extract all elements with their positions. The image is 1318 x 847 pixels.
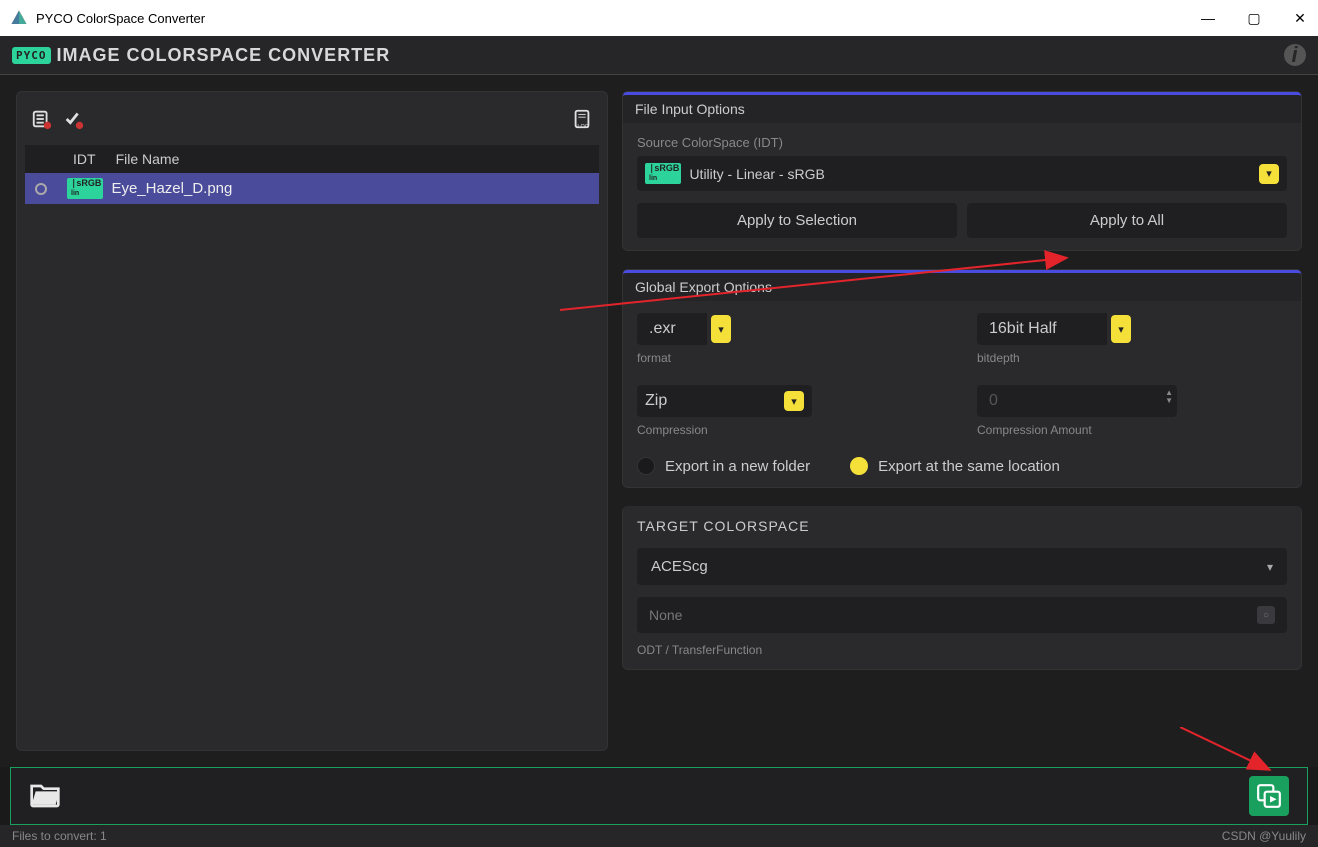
- check-all-icon[interactable]: [63, 108, 85, 135]
- compression-amount-input[interactable]: 0 ▲▼: [977, 385, 1177, 417]
- status-files: Files to convert: 1: [12, 829, 107, 843]
- bitdepth-label: bitdepth: [977, 351, 1287, 365]
- source-idt-tag: |sRGBlin: [645, 163, 681, 184]
- app-title: IMAGE COLORSPACE CONVERTER: [57, 45, 391, 66]
- compression-dropdown[interactable]: Zip ▾: [637, 385, 812, 417]
- footer-bar: [10, 767, 1308, 825]
- apply-to-selection-button[interactable]: Apply to Selection: [637, 203, 957, 238]
- watermark: CSDN @Yuulily: [1222, 829, 1306, 843]
- chevron-down-icon[interactable]: ▾: [1259, 164, 1279, 184]
- app-header: PYCO IMAGE COLORSPACE CONVERTER i: [0, 36, 1318, 74]
- maximize-button[interactable]: ▢: [1246, 10, 1262, 27]
- close-button[interactable]: ✕: [1292, 10, 1308, 27]
- file-input-panel: File Input Options Source ColorSpace (ID…: [622, 91, 1302, 251]
- format-dropdown[interactable]: .exr ▾: [637, 313, 947, 345]
- log-icon[interactable]: LOG: [571, 108, 593, 135]
- file-list-header: IDT File Name: [25, 145, 599, 173]
- window-title: PYCO ColorSpace Converter: [36, 11, 205, 26]
- chevron-down-icon[interactable]: ▾: [1111, 315, 1131, 343]
- radio-off-icon: [637, 457, 655, 475]
- odt-input[interactable]: None ○: [637, 597, 1287, 633]
- row-radio[interactable]: [35, 183, 47, 195]
- remove-list-icon[interactable]: [31, 108, 53, 135]
- export-same-location-radio[interactable]: Export at the same location: [850, 457, 1060, 475]
- source-colorspace-label: Source ColorSpace (IDT): [637, 135, 1287, 150]
- clear-icon[interactable]: ○: [1257, 606, 1275, 624]
- odt-label: ODT / TransferFunction: [637, 643, 1287, 657]
- column-filename: File Name: [116, 151, 180, 167]
- export-new-folder-radio[interactable]: Export in a new folder: [637, 457, 810, 475]
- chevron-down-icon[interactable]: ▾: [784, 391, 804, 411]
- export-button[interactable]: [1249, 776, 1289, 816]
- chevron-down-icon[interactable]: ▾: [711, 315, 731, 343]
- compression-label: Compression: [637, 423, 947, 437]
- radio-on-icon: [850, 457, 868, 475]
- status-bar: Files to convert: 1 CSDN @Yuulily: [0, 825, 1318, 847]
- logo-badge: PYCO: [12, 47, 51, 64]
- column-idt: IDT: [73, 151, 96, 167]
- compression-amount-label: Compression Amount: [977, 423, 1287, 437]
- idt-tag: |sRGBlin: [67, 178, 103, 199]
- apply-to-all-button[interactable]: Apply to All: [967, 203, 1287, 238]
- target-colorspace-header: TARGET COLORSPACE: [637, 518, 1287, 534]
- bitdepth-dropdown[interactable]: 16bit Half ▾: [977, 313, 1287, 345]
- global-export-panel: Global Export Options .exr ▾ format 16bi…: [622, 269, 1302, 488]
- format-label: format: [637, 351, 947, 365]
- source-colorspace-value: Utility - Linear - sRGB: [689, 166, 824, 182]
- minimize-button[interactable]: —: [1200, 10, 1216, 27]
- window-titlebar: PYCO ColorSpace Converter — ▢ ✕: [0, 0, 1318, 36]
- target-colorspace-dropdown[interactable]: ACEScg ▾: [637, 548, 1287, 585]
- chevron-down-icon[interactable]: ▾: [1267, 560, 1273, 574]
- target-colorspace-panel: TARGET COLORSPACE ACEScg ▾ None ○ ODT / …: [622, 506, 1302, 670]
- file-input-header: File Input Options: [623, 92, 1301, 123]
- file-row[interactable]: |sRGBlin Eye_Hazel_D.png: [25, 173, 599, 204]
- app-icon: [10, 9, 28, 27]
- info-icon[interactable]: i: [1284, 44, 1306, 66]
- global-export-header: Global Export Options: [623, 270, 1301, 301]
- file-list-panel: LOG IDT File Name |sRGBlin Eye_Hazel_D.p…: [16, 91, 608, 751]
- file-name: Eye_Hazel_D.png: [111, 180, 232, 197]
- open-folder-button[interactable]: [29, 780, 61, 813]
- source-colorspace-dropdown[interactable]: |sRGBlin Utility - Linear - sRGB ▾: [637, 156, 1287, 191]
- svg-text:LOG: LOG: [577, 124, 589, 130]
